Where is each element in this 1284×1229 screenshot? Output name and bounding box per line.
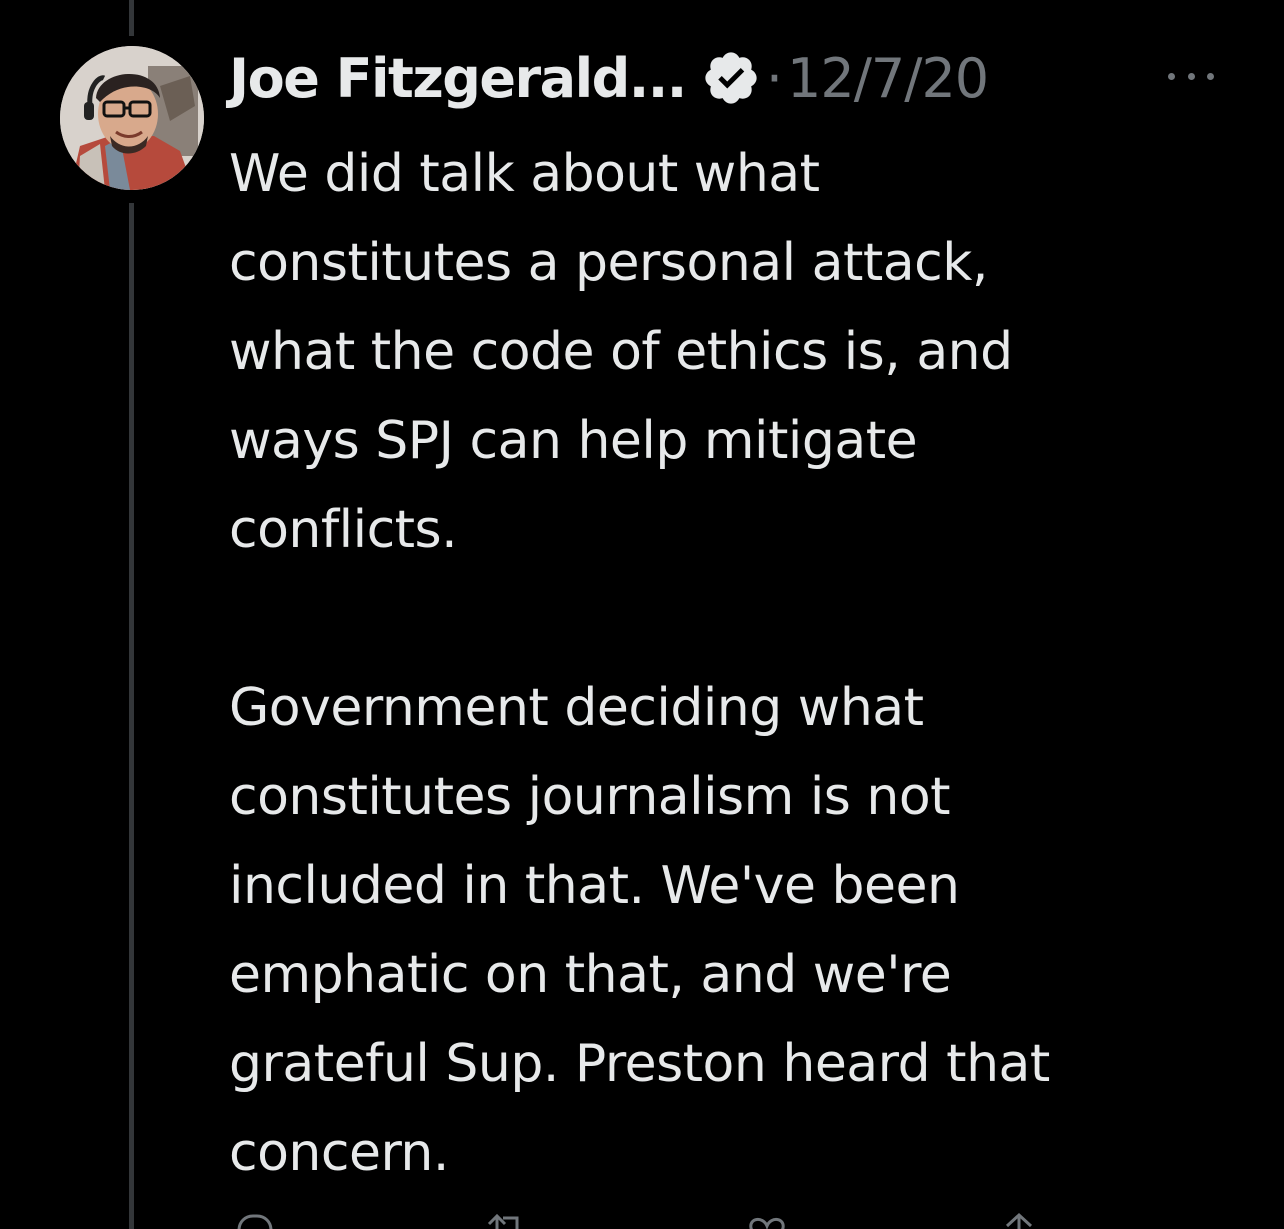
avatar[interactable] bbox=[60, 46, 204, 190]
user-avatar-photo-icon bbox=[60, 46, 204, 190]
retweet-icon[interactable] bbox=[485, 1212, 525, 1229]
thread-line-top bbox=[129, 0, 134, 36]
more-dot-1 bbox=[1168, 72, 1175, 80]
tweet-timestamp[interactable]: 12/7/20 bbox=[787, 47, 989, 110]
tweet-header: Joe Fitzgerald... · 12/7/20 bbox=[229, 40, 1224, 116]
tweet-action-bar bbox=[229, 1212, 1109, 1229]
share-icon[interactable] bbox=[999, 1212, 1039, 1229]
like-icon[interactable] bbox=[747, 1212, 787, 1229]
more-dot-3 bbox=[1207, 72, 1214, 80]
tweet-text: We did talk about what constitutes a per… bbox=[229, 144, 1050, 1183]
header-separator: · bbox=[765, 46, 783, 110]
more-options-icon[interactable] bbox=[1168, 70, 1214, 82]
thread-line-bottom bbox=[129, 203, 134, 1229]
verified-badge-icon[interactable] bbox=[700, 47, 762, 109]
reply-icon[interactable] bbox=[233, 1212, 273, 1229]
author-display-name[interactable]: Joe Fitzgerald... bbox=[229, 47, 687, 110]
more-dot-2 bbox=[1187, 72, 1195, 80]
